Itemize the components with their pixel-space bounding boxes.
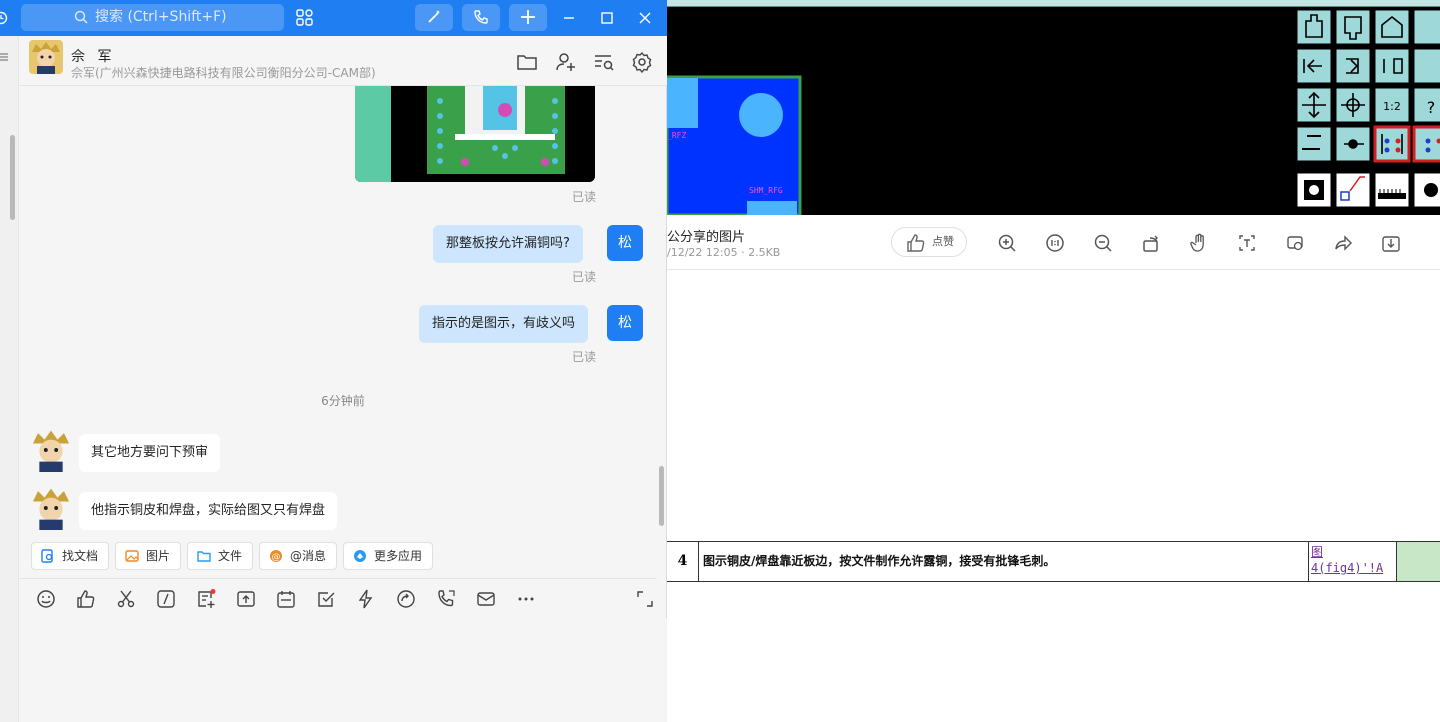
thumbs-up-icon bbox=[907, 234, 925, 252]
folder-icon bbox=[197, 551, 211, 562]
task-icon[interactable] bbox=[316, 589, 336, 609]
quick-actions: 找文档 图片 文件 @ @消息 更多应用 bbox=[19, 540, 667, 574]
cad-canvas[interactable]: SHM_RFG _RFZ 1:2 ? bbox=[665, 0, 1440, 217]
search-placeholder: 搜索 (Ctrl+Shift+F) bbox=[95, 9, 227, 25]
folder-icon[interactable] bbox=[516, 51, 538, 73]
lightning-icon[interactable] bbox=[356, 589, 376, 609]
image-icon bbox=[125, 550, 139, 562]
shared-image[interactable] bbox=[355, 86, 595, 182]
search-history-icon[interactable] bbox=[593, 51, 615, 73]
contact-avatar[interactable] bbox=[29, 40, 63, 74]
find-doc-button[interactable]: 找文档 bbox=[31, 542, 110, 570]
scissors-icon[interactable] bbox=[116, 589, 136, 609]
phone-icon[interactable] bbox=[436, 589, 456, 609]
rotate-icon[interactable] bbox=[1141, 233, 1161, 253]
contact-avatar[interactable] bbox=[29, 486, 73, 530]
contact-name[interactable]: 佘 军 bbox=[71, 46, 115, 66]
settings-icon[interactable] bbox=[631, 51, 653, 73]
cad-label: SHM_RFG bbox=[749, 186, 783, 195]
maximize-icon[interactable] bbox=[595, 7, 619, 29]
close-icon[interactable] bbox=[633, 7, 657, 29]
more-icon[interactable] bbox=[516, 589, 536, 609]
spreadsheet[interactable]: 4 图示铜皮/焊盘靠近板边，按文件制作允许露铜，接受有批锋毛刺。 图 4(fig… bbox=[667, 270, 1440, 722]
mail-icon[interactable] bbox=[476, 589, 496, 609]
add-note-icon[interactable] bbox=[196, 589, 216, 609]
cad-top-strip bbox=[667, 0, 1440, 7]
message-input[interactable] bbox=[19, 618, 667, 722]
message-bubble[interactable]: 指示的是图示，有歧义吗 bbox=[419, 305, 589, 343]
magic-wand-button[interactable] bbox=[415, 4, 453, 31]
read-status: 已读 bbox=[572, 190, 597, 204]
more-apps-button[interactable]: 更多应用 bbox=[343, 542, 434, 570]
image-button[interactable]: 图片 bbox=[115, 542, 182, 570]
highlighted-cell[interactable] bbox=[1397, 542, 1440, 581]
file-button[interactable]: 文件 bbox=[187, 542, 254, 570]
calendar-icon[interactable] bbox=[276, 589, 296, 609]
call-button[interactable] bbox=[462, 4, 500, 31]
chat-header: 佘 军 佘军(广州兴森快捷电路科技有限公司衡阳分公司-CAM部) bbox=[19, 36, 667, 86]
actual-size-icon[interactable] bbox=[1045, 233, 1065, 253]
search-icon bbox=[74, 10, 88, 24]
zoom-out-icon[interactable] bbox=[1093, 233, 1113, 253]
my-avatar[interactable]: 松 bbox=[607, 305, 643, 341]
svg-text:@: @ bbox=[272, 553, 281, 563]
time-divider: 6分钟前 bbox=[321, 394, 365, 408]
clock-icon[interactable] bbox=[0, 11, 8, 25]
thumbs-up-icon[interactable] bbox=[76, 589, 96, 609]
cad-label: _RFZ bbox=[667, 131, 687, 140]
message-bubble[interactable]: 其它地方要问下预审 bbox=[79, 434, 221, 472]
plus-icon bbox=[521, 10, 535, 24]
zoom-in-icon[interactable] bbox=[997, 233, 1017, 253]
menu-icon[interactable] bbox=[0, 52, 10, 62]
table-row[interactable]: 4 图示铜皮/焊盘靠近板边，按文件制作允许露铜，接受有批锋毛刺。 图 4(fig… bbox=[667, 541, 1440, 582]
loop-icon[interactable] bbox=[1285, 233, 1305, 253]
figure-link[interactable]: 图 4(fig4)'!A bbox=[1309, 542, 1397, 581]
row-number: 4 bbox=[667, 542, 699, 581]
magic-wand-icon bbox=[428, 10, 440, 23]
svg-text:1:2: 1:2 bbox=[1383, 100, 1401, 113]
search-input[interactable]: 搜索 (Ctrl+Shift+F) bbox=[21, 4, 284, 31]
title-bar: 搜索 (Ctrl+Shift+F) bbox=[0, 0, 667, 36]
phone-icon bbox=[474, 10, 488, 24]
message-bubble[interactable]: 那整板按允许漏铜吗? bbox=[433, 225, 583, 263]
message-scrollbar[interactable] bbox=[659, 466, 664, 526]
file-title: 公分享的图片 bbox=[667, 230, 746, 245]
upload-icon[interactable] bbox=[236, 589, 256, 609]
minimize-icon[interactable] bbox=[557, 7, 581, 29]
emoji-icon[interactable] bbox=[36, 589, 56, 609]
text-recognition-icon[interactable] bbox=[1237, 233, 1257, 253]
contact-avatar[interactable] bbox=[29, 428, 73, 472]
doc-search-icon bbox=[41, 549, 53, 563]
requirement-text: 图示铜皮/焊盘靠近板边，按文件制作允许露铜，接受有批锋毛刺。 bbox=[699, 542, 1309, 581]
screen-share-icon[interactable] bbox=[396, 589, 416, 609]
my-avatar[interactable]: 松 bbox=[607, 225, 643, 261]
cad-toolbox: 1:2 ? bbox=[1294, 7, 1440, 215]
composer-toolbar bbox=[19, 578, 657, 618]
add-user-icon[interactable] bbox=[555, 51, 577, 73]
hand-icon[interactable] bbox=[1189, 233, 1209, 253]
read-status: 已读 bbox=[572, 350, 597, 364]
contact-org: 佘军(广州兴森快捷电路科技有限公司衡阳分公司-CAM部) bbox=[71, 66, 376, 80]
message-bubble[interactable]: 他指示铜皮和焊盘，实际给图又只有焊盘 bbox=[79, 492, 338, 530]
download-icon[interactable] bbox=[1381, 233, 1401, 253]
svg-text:?: ? bbox=[1427, 98, 1436, 117]
add-button[interactable] bbox=[509, 4, 547, 31]
apps-icon bbox=[354, 550, 366, 562]
file-meta: /12/22 12:05 · 2.5KB bbox=[667, 246, 781, 259]
read-status: 已读 bbox=[572, 270, 597, 284]
expand-icon[interactable] bbox=[635, 589, 655, 609]
like-button[interactable]: 点赞 bbox=[891, 227, 967, 257]
nav-scrollbar[interactable] bbox=[10, 135, 15, 220]
at-icon: @ bbox=[270, 550, 282, 563]
share-icon[interactable] bbox=[1333, 233, 1353, 253]
mention-button[interactable]: @ @消息 bbox=[259, 542, 338, 570]
slash-command-icon[interactable] bbox=[156, 589, 176, 609]
apps-icon[interactable] bbox=[296, 9, 314, 27]
chat-window: 搜索 (Ctrl+Shift+F) 佘 军 佘军(广州兴森快捷电路科技有限公司衡… bbox=[0, 0, 667, 722]
image-viewer-toolbar: 公分享的图片 /12/22 12:05 · 2.5KB 点赞 bbox=[667, 215, 1440, 270]
message-list[interactable]: 已读 那整板按允许漏铜吗? 松 已读 指示的是图示，有歧义吗 松 已读 6分钟前… bbox=[19, 86, 667, 538]
